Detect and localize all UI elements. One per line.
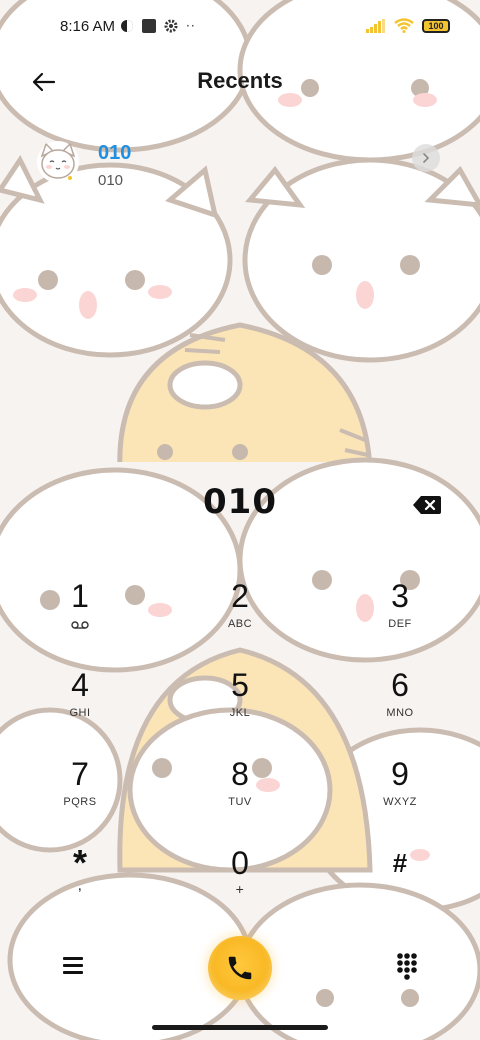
key-digit: 2 (231, 578, 249, 614)
call-details-button[interactable] (412, 144, 440, 172)
signal-icon (366, 18, 385, 33)
key-letters: PQRS (63, 796, 97, 808)
key-digit: 3 (391, 578, 409, 614)
dialed-number-display: 010 (203, 482, 277, 522)
app-header: Recents (0, 56, 480, 108)
key-6[interactable]: 6 MNO (340, 659, 460, 745)
recent-contact-name: 010 (98, 142, 132, 164)
key-digit: 1 (71, 578, 89, 614)
recent-contact-number: 010 (98, 172, 124, 189)
key-letters: DEF (388, 618, 412, 630)
key-digit: 8 (231, 756, 249, 792)
key-0[interactable]: 0 + (180, 837, 300, 923)
key-3[interactable]: 3 DEF (340, 570, 460, 656)
cat-avatar-icon (37, 141, 79, 183)
bottom-action-bar (0, 930, 480, 1000)
square-icon (142, 19, 156, 33)
key-digit: 0 (231, 845, 249, 881)
key-2[interactable]: 2 ABC (180, 570, 300, 656)
key-letters: JKL (229, 707, 251, 719)
dial-keypad: 1 2 ABC 3 DEF 4 GHI 5 JKL 6 MNO 7 PQRS 8… (0, 570, 480, 940)
chevron-right-icon (423, 153, 430, 163)
key-8[interactable]: 8 TUV (180, 748, 300, 834)
key-letters: , (78, 881, 82, 893)
status-icons-right: 100 (366, 18, 450, 33)
voicemail-icon (71, 621, 89, 629)
key-4[interactable]: 4 GHI (20, 659, 140, 745)
home-indicator[interactable] (152, 1025, 328, 1030)
key-digit: # (392, 848, 408, 878)
key-letters: MNO (386, 707, 414, 719)
key-7[interactable]: 7 PQRS (20, 748, 140, 834)
more-dots-icon: ·· (186, 19, 196, 33)
key-letters: WXYZ (383, 796, 417, 808)
status-time: 8:16 AM (60, 18, 116, 35)
key-letters: + (235, 881, 245, 897)
key-9[interactable]: 9 WXYZ (340, 748, 460, 834)
dialpad-icon (397, 953, 417, 980)
page-title: Recents (197, 68, 283, 93)
hotspot-icon (121, 20, 133, 32)
call-button[interactable] (208, 936, 272, 1000)
key-5[interactable]: 5 JKL (180, 659, 300, 745)
key-letters: GHI (69, 707, 91, 719)
status-bar: 8:16 AM ·· 100 (0, 0, 480, 56)
battery-icon: 100 (422, 18, 450, 33)
status-icons-left: ·· (120, 19, 196, 33)
key-letters: TUV (228, 796, 252, 808)
key-digit: 6 (391, 667, 409, 703)
key-digit: 9 (391, 756, 409, 792)
key-digit: * (72, 842, 87, 883)
key-digit: 4 (71, 667, 89, 703)
key-digit: 5 (231, 667, 249, 703)
backspace-button[interactable] (412, 494, 442, 516)
key-star[interactable]: * , (20, 837, 140, 923)
wifi-icon (394, 18, 414, 33)
dialpad-toggle-button[interactable] (396, 952, 418, 980)
menu-icon (63, 957, 83, 974)
key-1[interactable]: 1 (20, 570, 140, 656)
menu-button[interactable] (60, 954, 86, 976)
key-digit: 7 (71, 756, 89, 792)
key-letters: ABC (227, 618, 253, 630)
backspace-icon (413, 496, 441, 514)
gear-icon (164, 19, 178, 33)
key-hash[interactable]: # (340, 837, 460, 923)
recent-call-item[interactable]: 010 010 (0, 136, 480, 200)
phone-icon (228, 956, 252, 980)
